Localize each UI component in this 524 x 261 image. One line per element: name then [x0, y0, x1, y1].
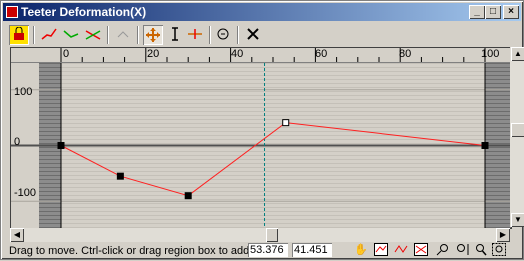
reset-curve-icon[interactable]: [243, 25, 263, 45]
x-value-field[interactable]: 53.376: [248, 243, 288, 257]
horizontal-scrollbar[interactable]: ◀ ▶: [10, 228, 510, 242]
vertical-scrollbar[interactable]: ▲ ▼: [510, 47, 524, 227]
insert-corner-point-icon[interactable]: [185, 25, 205, 45]
zoom-horizontal-extents-icon[interactable]: [393, 243, 409, 258]
curve-graph[interactable]: 0 20 40 60 80 100 100 0 -100: [10, 47, 512, 229]
move-control-point-icon[interactable]: [143, 25, 163, 45]
y-tick-label: -100: [14, 187, 37, 199]
lock-selection-icon[interactable]: [9, 25, 29, 45]
control-point: [57, 142, 65, 149]
maximize-button[interactable]: □: [485, 5, 501, 19]
horizontal-scroll-thumb[interactable]: [266, 228, 278, 242]
pan-hand-icon[interactable]: ✋: [353, 243, 369, 258]
title-bar: Teeter Deformation(X) _ □ ×: [3, 3, 521, 21]
close-button[interactable]: ×: [503, 5, 519, 19]
status-bar: Drag to move. Ctrl-click or drag region …: [3, 242, 521, 259]
zoom-vertical-icon[interactable]: [455, 243, 471, 258]
control-point: [116, 172, 124, 180]
frame-ruler[interactable]: 0 20 40 60 80 100: [11, 48, 511, 63]
control-point: [184, 192, 192, 200]
scroll-down-arrow-icon[interactable]: ▼: [511, 213, 524, 227]
delete-control-point-icon[interactable]: [213, 25, 233, 45]
toolbar: [3, 22, 521, 48]
window-title: Teeter Deformation(X): [21, 5, 147, 19]
teeter-deformation-window: Teeter Deformation(X) _ □ × 0 20 40 60 8…: [0, 0, 524, 260]
scale-control-point-icon[interactable]: [165, 25, 185, 45]
make-symmetrical-icon[interactable]: [113, 25, 133, 45]
y-tick-label: 100: [14, 86, 33, 98]
curve-green-icon[interactable]: [61, 25, 81, 45]
zoom-value-extents-icon[interactable]: [413, 243, 429, 258]
app-icon: [6, 6, 18, 18]
plot-area[interactable]: 100 0 -100: [11, 63, 511, 228]
curve-both-icon[interactable]: [83, 25, 103, 45]
zoom-icon[interactable]: [473, 243, 489, 258]
status-prompt: Drag to move. Ctrl-click or drag region …: [9, 245, 249, 257]
scroll-left-arrow-icon[interactable]: ◀: [10, 228, 24, 242]
zoom-horizontal-icon[interactable]: [435, 243, 451, 258]
minimize-button[interactable]: _: [469, 5, 485, 19]
y-value-field[interactable]: 41.451: [292, 243, 332, 257]
y-tick-label: 0: [14, 136, 21, 148]
scroll-up-arrow-icon[interactable]: ▲: [511, 47, 524, 61]
control-point: [481, 142, 489, 149]
deformation-curve-icon[interactable]: [39, 25, 59, 45]
scroll-right-arrow-icon[interactable]: ▶: [496, 228, 510, 242]
vertical-scroll-thumb[interactable]: [511, 123, 524, 137]
zoom-extents-icon[interactable]: [373, 243, 389, 258]
control-point-selected: [282, 119, 290, 127]
zoom-region-icon[interactable]: [491, 243, 507, 258]
